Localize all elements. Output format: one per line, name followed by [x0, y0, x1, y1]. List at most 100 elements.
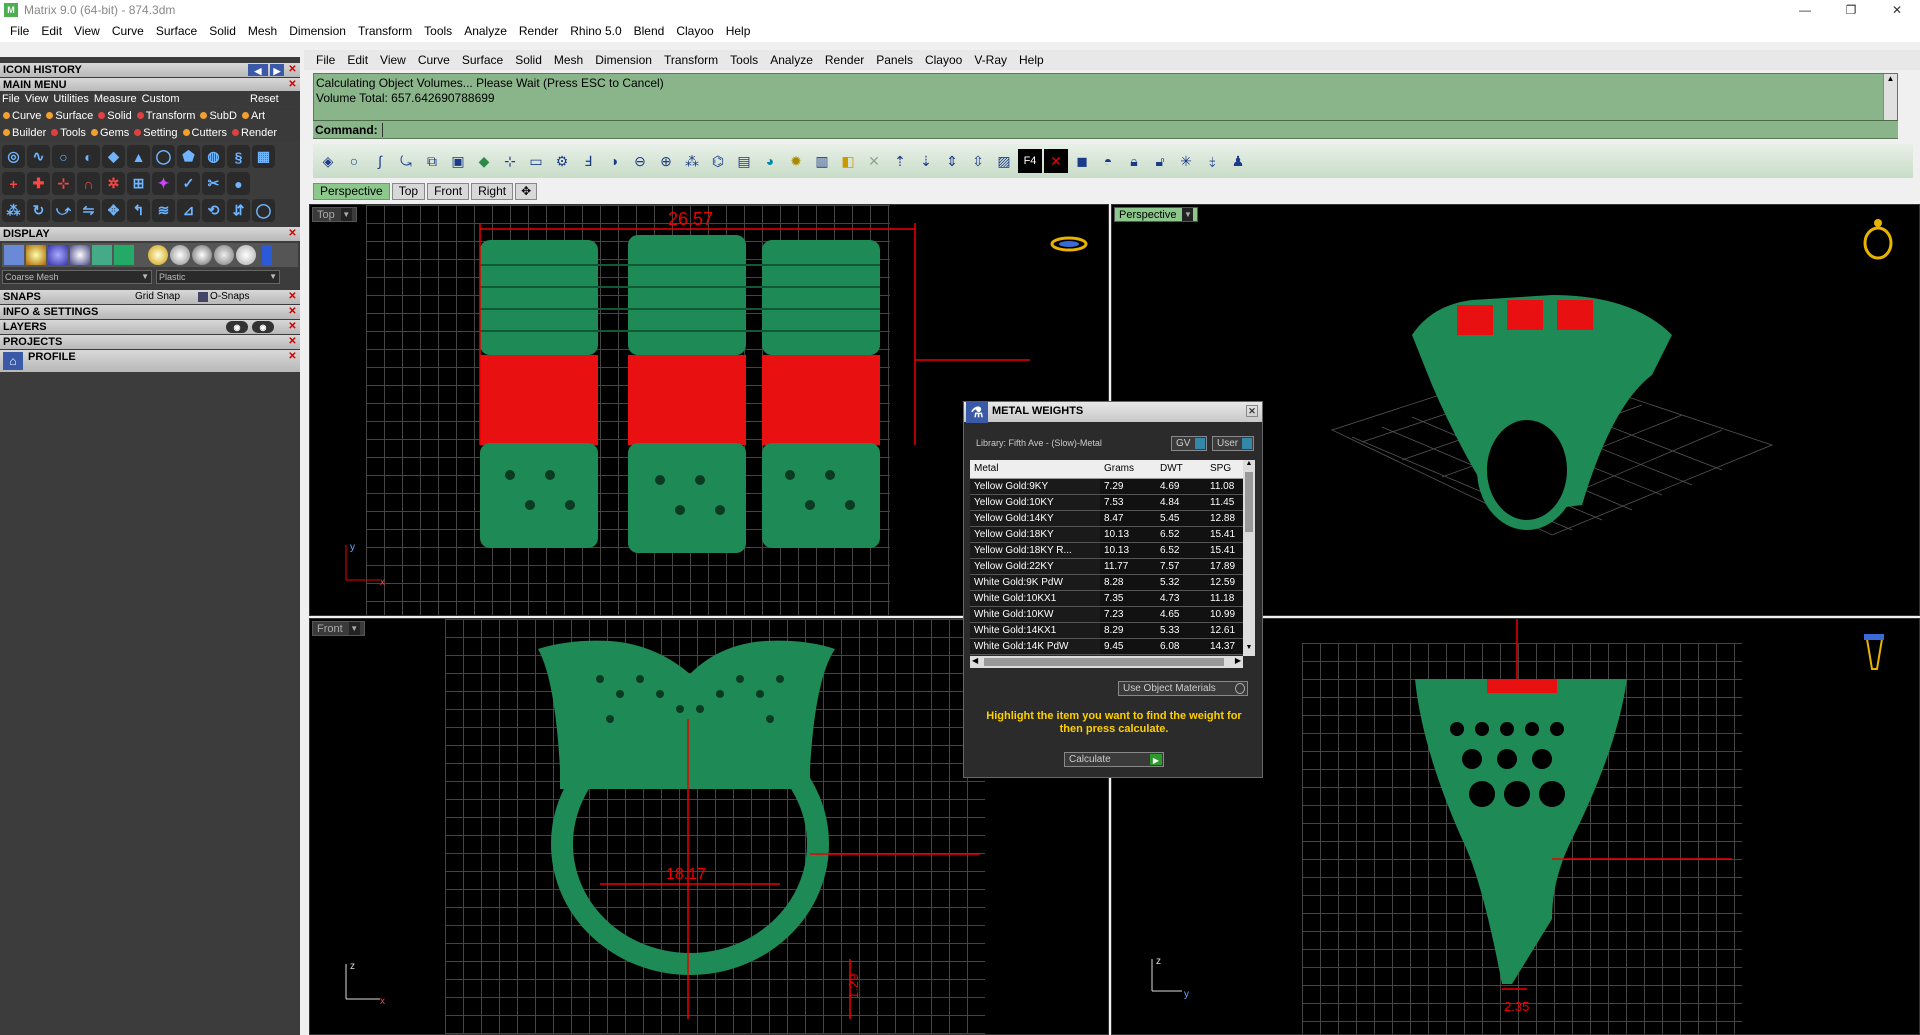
arrow-up-icon[interactable]: ⇡: [888, 149, 912, 173]
curve-tool-icon[interactable]: ∿: [27, 145, 50, 168]
rendered-mode-icon[interactable]: [48, 245, 68, 265]
metal-weights-header[interactable]: ⚗ METAL WEIGHTS ✕: [964, 401, 1262, 423]
category-item[interactable]: Transform: [136, 110, 195, 122]
icon-history-header[interactable]: ICON HISTORY ◀ ▶ ✕: [0, 63, 300, 77]
cube-icon[interactable]: ◼: [1070, 149, 1094, 173]
rail-icon[interactable]: ⧉: [420, 149, 444, 173]
scroll-left-icon[interactable]: ◀: [972, 656, 978, 665]
arc-icon[interactable]: ∩: [77, 172, 100, 195]
twist-icon[interactable]: ⟲: [202, 199, 225, 222]
snap-icon[interactable]: ✳: [1174, 149, 1198, 173]
column-metal[interactable]: Metal: [970, 460, 1100, 479]
grid-sphere-icon[interactable]: ⊕: [654, 149, 678, 173]
close-window-button[interactable]: ✕: [1874, 0, 1920, 20]
submenu-measure[interactable]: Measure: [94, 93, 137, 105]
arrow-move-icon[interactable]: ⇳: [966, 149, 990, 173]
scroll-right-icon[interactable]: ▶: [1235, 656, 1241, 665]
projects-header[interactable]: PROJECTS ✕: [0, 335, 300, 349]
ring-icon[interactable]: ○: [342, 149, 366, 173]
close-icon[interactable]: ✕: [287, 64, 298, 75]
inner-menu-item[interactable]: V-Ray: [968, 53, 1013, 67]
layer-tool-icon[interactable]: ⤈: [1200, 149, 1224, 173]
cut-icon[interactable]: ✂: [202, 172, 225, 195]
table-row[interactable]: Yellow Gold:9KY 7.29 4.69 11.08: [970, 478, 1255, 495]
outer-menu-item[interactable]: Render: [513, 24, 564, 38]
submenu-view[interactable]: View: [25, 93, 49, 105]
user-toggle[interactable]: User: [1212, 436, 1254, 451]
command-input[interactable]: [381, 122, 1882, 137]
taper-icon[interactable]: ⊿: [177, 199, 200, 222]
table-row[interactable]: Yellow Gold:18KY R... 10.13 6.52 15.41: [970, 542, 1255, 559]
close-icon[interactable]: ✕: [287, 306, 298, 317]
network-icon[interactable]: ⌬: [706, 149, 730, 173]
layers-header[interactable]: LAYERS ◉ ◉ ✕: [0, 320, 300, 334]
tab-perspective[interactable]: Perspective: [313, 183, 390, 200]
close-icon[interactable]: ✕: [287, 228, 298, 239]
scroll-up-icon[interactable]: ▲: [1243, 460, 1255, 472]
add-point-icon[interactable]: +: [2, 172, 25, 195]
visibility-icon[interactable]: ◉: [252, 321, 274, 333]
mesh-select[interactable]: Coarse Mesh ▼: [2, 270, 152, 284]
white-material-icon[interactable]: [236, 245, 256, 265]
outer-menu-item[interactable]: Solid: [203, 24, 242, 38]
contour-icon[interactable]: ⊖: [628, 149, 652, 173]
bend-icon[interactable]: ↰: [127, 199, 150, 222]
table-icon[interactable]: ▥: [810, 149, 834, 173]
outer-menu-item[interactable]: File: [4, 24, 35, 38]
gold-material-icon[interactable]: [148, 245, 168, 265]
technical-mode-icon[interactable]: [114, 245, 134, 265]
outer-menu-item[interactable]: Rhino 5.0: [564, 24, 627, 38]
sphere-icon[interactable]: ●: [227, 172, 250, 195]
table-vertical-scrollbar[interactable]: ▲ ▼: [1243, 460, 1255, 656]
material-select[interactable]: Plastic ▼: [156, 270, 280, 284]
outer-menu-item[interactable]: Mesh: [242, 24, 283, 38]
outer-menu-item[interactable]: Analyze: [458, 24, 513, 38]
minimize-button[interactable]: —: [1782, 0, 1828, 20]
table-row[interactable]: White Gold:10KX1 7.35 4.73 11.18: [970, 590, 1255, 607]
scrollbar-thumb[interactable]: [1245, 472, 1253, 532]
close-icon[interactable]: ✕: [287, 336, 298, 347]
inner-menu-item[interactable]: Mesh: [548, 53, 589, 67]
circle-tool-icon[interactable]: ◎: [2, 145, 25, 168]
section-icon[interactable]: ◑: [602, 149, 626, 173]
inner-menu-item[interactable]: Render: [819, 53, 870, 67]
scatter-icon[interactable]: ⁂: [2, 199, 25, 222]
snaps-header[interactable]: SNAPS Grid Snap O-Snaps ✕: [0, 290, 300, 304]
inner-menu-item[interactable]: Surface: [456, 53, 509, 67]
category-item[interactable]: Setting: [134, 127, 178, 139]
mirror-icon[interactable]: ⇋: [77, 199, 100, 222]
prong-tool-icon[interactable]: ▲: [127, 145, 150, 168]
inner-menu-item[interactable]: Clayoo: [919, 53, 968, 67]
inner-menu-item[interactable]: Curve: [412, 53, 456, 67]
globe-icon[interactable]: ◕: [758, 149, 782, 173]
check-icon[interactable]: ✓: [177, 172, 200, 195]
shank-tool-icon[interactable]: ◐: [77, 145, 100, 168]
silver-material-icon[interactable]: [170, 245, 190, 265]
restore-button[interactable]: ❐: [1828, 0, 1874, 20]
category-item[interactable]: Cutters: [182, 127, 227, 139]
ring-top-icon[interactable]: [1049, 234, 1089, 257]
close-icon[interactable]: ✕: [287, 321, 298, 332]
flip-icon[interactable]: ⇵: [227, 199, 250, 222]
display-settings-icon[interactable]: [262, 245, 272, 265]
ring-sizer-icon[interactable]: ◈: [316, 149, 340, 173]
outer-menu-item[interactable]: Tools: [418, 24, 458, 38]
camera-icon[interactable]: ◓: [1096, 149, 1120, 173]
outer-menu-item[interactable]: View: [68, 24, 106, 38]
o-snaps-toggle[interactable]: O-Snaps: [210, 290, 249, 304]
flow-icon[interactable]: ≋: [152, 199, 175, 222]
history-back-icon[interactable]: ◀: [248, 64, 268, 76]
column-dwt[interactable]: DWT: [1156, 460, 1206, 479]
ring-gizmo-icon[interactable]: [1863, 219, 1893, 260]
column-grams[interactable]: Grams: [1100, 460, 1156, 479]
outer-menu-item[interactable]: Surface: [150, 24, 203, 38]
category-item[interactable]: Art: [241, 110, 265, 122]
bend-icon[interactable]: ⤿: [394, 149, 418, 173]
arrow-down-icon[interactable]: ⇣: [914, 149, 938, 173]
category-item[interactable]: Gems: [90, 127, 129, 139]
eye-icon[interactable]: ◉: [226, 321, 248, 333]
table-row[interactable]: White Gold:14KX1 8.29 5.33 12.61: [970, 622, 1255, 639]
table-row[interactable]: Yellow Gold:10KY 7.53 4.84 11.45: [970, 494, 1255, 511]
tab-right[interactable]: Right: [471, 183, 514, 200]
outer-menu-item[interactable]: Clayoo: [670, 24, 719, 38]
